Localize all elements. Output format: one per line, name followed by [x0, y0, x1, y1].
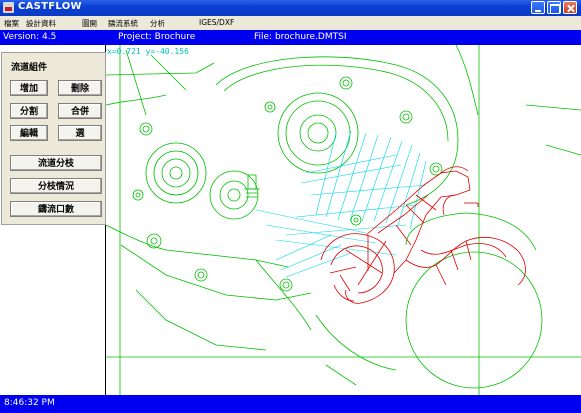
menu-analysis[interactable]: 分析: [150, 18, 165, 29]
delete-button[interactable]: 刪除: [58, 80, 102, 96]
split-button[interactable]: 分割: [10, 103, 48, 119]
file-label: File: brochure.DMTSI: [254, 32, 347, 42]
menu-casting-system[interactable]: 鑄流系統: [108, 18, 138, 29]
menu-file[interactable]: 檔案: [4, 18, 19, 29]
edit-button[interactable]: 編輯: [10, 125, 48, 141]
menu-design-data[interactable]: 設計資料: [26, 18, 56, 29]
add-button[interactable]: 增加: [10, 80, 48, 96]
app-icon: [3, 2, 14, 13]
flow-vectors: [255, 130, 427, 278]
part-outline: [106, 45, 581, 395]
runner-mesh: [320, 166, 526, 304]
menu-iges-dxf[interactable]: IGES/DXF: [199, 18, 234, 27]
minimize-button[interactable]: [531, 1, 545, 14]
window-title: CASTFLOW: [18, 1, 82, 12]
drawing-canvas[interactable]: x=0.721 y=-40.156: [106, 45, 581, 395]
select-button[interactable]: 選: [58, 125, 102, 141]
version-label: Version: 4.5: [3, 32, 57, 42]
runner-components-panel: 流道組件 增加 刪除 分割 合併 編輯 選 流道分枝 分枝情況 鑄流口數: [1, 52, 106, 225]
clock-label: 8:46:32 PM: [4, 398, 55, 408]
info-bar: Version: 4.5 Project: Brochure File: bro…: [0, 30, 581, 45]
maximize-button[interactable]: [547, 1, 561, 14]
title-bar: CASTFLOW: [0, 0, 581, 16]
status-bar: 8:46:32 PM: [0, 395, 581, 413]
panel-title: 流道組件: [11, 63, 48, 73]
project-label: Project: Brochure: [118, 32, 196, 42]
runner-branch-button[interactable]: 流道分枝: [10, 155, 102, 171]
gate-count-button[interactable]: 鑄流口數: [10, 201, 102, 217]
cursor-coordinates: x=0.721 y=-40.156: [107, 47, 189, 56]
merge-button[interactable]: 合併: [58, 103, 102, 119]
menu-drawing[interactable]: 圖開: [82, 18, 97, 29]
close-button[interactable]: [563, 1, 577, 14]
menu-bar: 檔案 設計資料 圖開 鑄流系統 分析 IGES/DXF: [0, 16, 581, 30]
branch-status-button[interactable]: 分枝情況: [10, 178, 102, 194]
cad-drawing: [106, 45, 581, 395]
